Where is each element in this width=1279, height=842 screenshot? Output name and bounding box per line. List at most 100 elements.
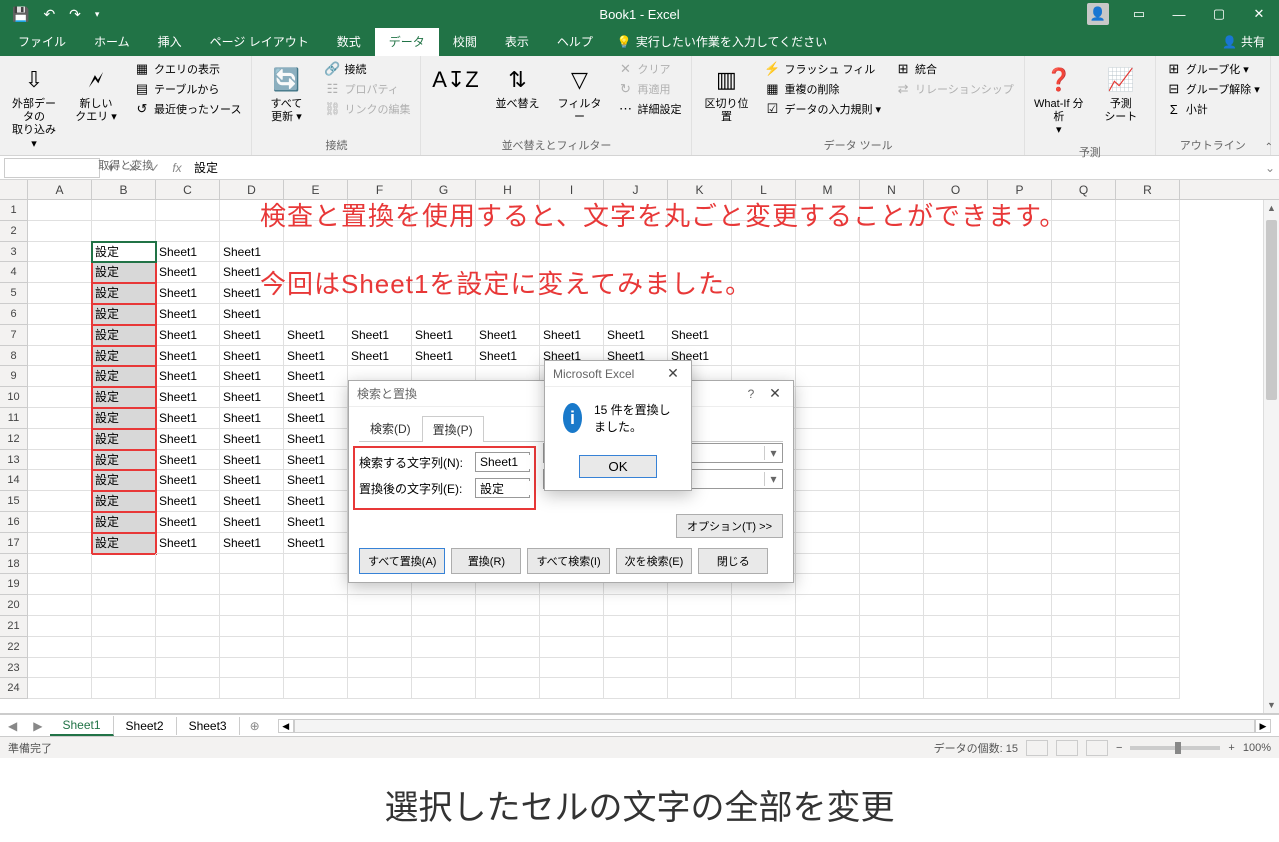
cell[interactable]	[924, 408, 988, 429]
cell[interactable]	[28, 595, 92, 616]
cell[interactable]	[156, 574, 220, 595]
cell[interactable]	[284, 242, 348, 263]
maximize-icon[interactable]: ▢	[1199, 6, 1239, 22]
cell[interactable]	[796, 616, 860, 637]
cell[interactable]	[1116, 387, 1180, 408]
cell[interactable]: Sheet1	[220, 242, 284, 263]
cell[interactable]	[988, 346, 1052, 367]
cell[interactable]	[860, 387, 924, 408]
cell[interactable]	[860, 325, 924, 346]
cell[interactable]	[28, 325, 92, 346]
cell[interactable]	[924, 304, 988, 325]
cell[interactable]: Sheet1	[284, 450, 348, 471]
row-header[interactable]: 22	[0, 637, 28, 658]
cell[interactable]	[1116, 304, 1180, 325]
cell[interactable]: Sheet1	[284, 512, 348, 533]
cell[interactable]	[796, 346, 860, 367]
cell[interactable]	[988, 429, 1052, 450]
cell[interactable]	[924, 491, 988, 512]
row-header[interactable]: 2	[0, 221, 28, 242]
cell[interactable]	[28, 283, 92, 304]
cell[interactable]	[1116, 429, 1180, 450]
row-header[interactable]: 18	[0, 554, 28, 575]
row-header[interactable]: 24	[0, 678, 28, 699]
cell[interactable]	[860, 470, 924, 491]
tell-me[interactable]: 💡実行したい作業を入力してください	[607, 27, 837, 56]
cell[interactable]	[92, 595, 156, 616]
sheet-nav-next-icon[interactable]: ▶	[25, 719, 50, 733]
ribbon-button[interactable]: ▽フィルター	[551, 60, 607, 128]
cell[interactable]	[796, 574, 860, 595]
cell[interactable]	[604, 595, 668, 616]
cell[interactable]	[796, 450, 860, 471]
cell[interactable]: Sheet1	[220, 408, 284, 429]
cell[interactable]: Sheet1	[284, 491, 348, 512]
cell[interactable]	[348, 678, 412, 699]
cell[interactable]: Sheet1	[156, 450, 220, 471]
cell[interactable]	[1052, 346, 1116, 367]
cell[interactable]: Sheet1	[220, 387, 284, 408]
cell[interactable]	[28, 304, 92, 325]
ribbon-button[interactable]: ☑データの入力規則 ▾	[760, 100, 885, 118]
cell[interactable]	[732, 346, 796, 367]
dropdown-icon[interactable]: ▾	[764, 446, 782, 460]
cell[interactable]	[284, 658, 348, 679]
cell[interactable]	[284, 574, 348, 595]
cell[interactable]	[924, 450, 988, 471]
cell[interactable]	[1116, 574, 1180, 595]
user-avatar-icon[interactable]: 👤	[1087, 3, 1109, 25]
cell[interactable]	[412, 637, 476, 658]
cell[interactable]: 設定	[92, 429, 156, 450]
cell[interactable]	[92, 554, 156, 575]
cell[interactable]: Sheet1	[220, 429, 284, 450]
formula-expand-icon[interactable]: ⌄	[1261, 161, 1279, 175]
view-page-break-icon[interactable]	[1086, 740, 1108, 756]
cell[interactable]	[92, 678, 156, 699]
cell[interactable]: Sheet1	[540, 325, 604, 346]
cell[interactable]	[92, 658, 156, 679]
cell[interactable]	[988, 678, 1052, 699]
redo-icon[interactable]: ↷	[69, 6, 81, 23]
cell[interactable]: Sheet1	[220, 450, 284, 471]
cell[interactable]	[1116, 533, 1180, 554]
cell[interactable]	[348, 637, 412, 658]
sheet-tab[interactable]: Sheet2	[114, 717, 177, 735]
cell[interactable]: 設定	[92, 346, 156, 367]
cell[interactable]	[796, 283, 860, 304]
cell[interactable]	[540, 658, 604, 679]
cell[interactable]	[924, 616, 988, 637]
cell[interactable]	[988, 554, 1052, 575]
cell[interactable]	[284, 554, 348, 575]
cell[interactable]	[28, 554, 92, 575]
cell[interactable]	[412, 616, 476, 637]
cell[interactable]	[284, 616, 348, 637]
cell[interactable]	[1116, 512, 1180, 533]
cell[interactable]: Sheet1	[156, 429, 220, 450]
cell[interactable]	[988, 366, 1052, 387]
cell[interactable]	[988, 470, 1052, 491]
cell[interactable]	[860, 262, 924, 283]
cell[interactable]	[860, 242, 924, 263]
cell[interactable]	[156, 678, 220, 699]
cell[interactable]	[1052, 408, 1116, 429]
cell[interactable]	[924, 595, 988, 616]
cell[interactable]	[1116, 658, 1180, 679]
cell[interactable]	[668, 616, 732, 637]
row-header[interactable]: 20	[0, 595, 28, 616]
cell[interactable]	[476, 658, 540, 679]
row-header[interactable]: 6	[0, 304, 28, 325]
cell[interactable]	[860, 408, 924, 429]
cell[interactable]	[1052, 450, 1116, 471]
cell[interactable]: Sheet1	[156, 304, 220, 325]
cell[interactable]	[1116, 470, 1180, 491]
cell[interactable]: 設定	[92, 512, 156, 533]
ribbon-button[interactable]: 🗲新しいクエリ ▾	[68, 60, 124, 128]
cell[interactable]	[860, 616, 924, 637]
cell[interactable]: Sheet1	[220, 470, 284, 491]
minimize-icon[interactable]: —	[1159, 7, 1199, 22]
cell[interactable]	[1116, 283, 1180, 304]
cell[interactable]: 設定	[92, 450, 156, 471]
tab-file[interactable]: ファイル	[4, 27, 80, 56]
cell[interactable]	[604, 637, 668, 658]
cell[interactable]: Sheet1	[476, 325, 540, 346]
